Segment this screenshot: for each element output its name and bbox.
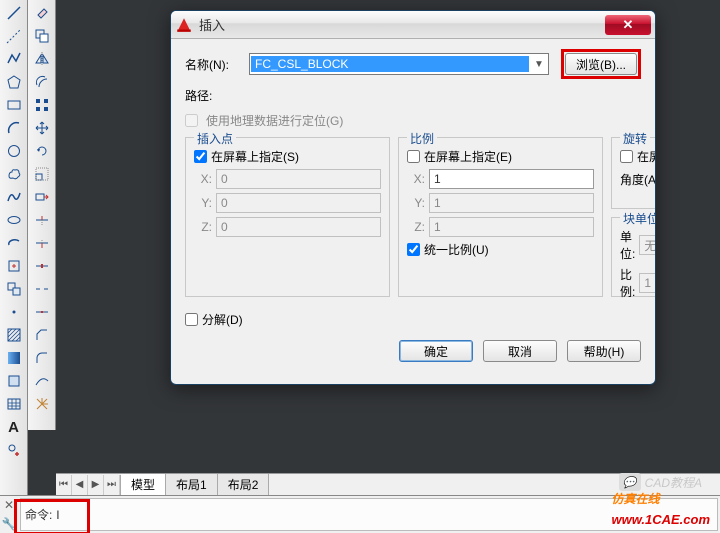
rotation-specify-checkbox[interactable]: 在屏幕上指定(C) — [620, 148, 656, 165]
dialog-title: 插入 — [199, 15, 605, 34]
gradient-icon[interactable] — [2, 347, 26, 369]
blend-icon[interactable] — [30, 370, 54, 392]
unit-title: 块单位 — [620, 210, 656, 227]
arc-icon[interactable] — [2, 117, 26, 139]
scale-z — [429, 217, 594, 237]
close-button[interactable]: ✕ — [605, 15, 651, 35]
name-label: 名称(N): — [185, 56, 243, 73]
make-block-icon[interactable] — [2, 278, 26, 300]
construction-line-icon[interactable] — [2, 25, 26, 47]
mtext-icon[interactable]: A — [2, 416, 26, 438]
fillet-icon[interactable] — [30, 347, 54, 369]
browse-button[interactable]: 浏览(B)... — [565, 53, 637, 75]
insert-block-icon[interactable] — [2, 255, 26, 277]
insert-y — [216, 193, 381, 213]
copy-icon[interactable] — [30, 25, 54, 47]
erase-icon[interactable] — [30, 2, 54, 24]
insertion-group: 插入点 在屏幕上指定(S) X: Y: Z: — [185, 137, 390, 297]
uniform-scale-checkbox[interactable]: 统一比例(U) — [407, 241, 594, 258]
add-selected-icon[interactable] — [2, 439, 26, 461]
insert-dialog: 插入 ✕ 名称(N): FC_CSL_BLOCK ▼ 浏览(B)... 路径: — [170, 10, 656, 385]
tab-last-icon[interactable]: ⏭ — [104, 475, 120, 495]
move-icon[interactable] — [30, 117, 54, 139]
name-dropdown[interactable]: FC_CSL_BLOCK ▼ — [249, 53, 549, 75]
region-icon[interactable] — [2, 370, 26, 392]
array-icon[interactable] — [30, 94, 54, 116]
rotation-title: 旋转 — [620, 130, 650, 147]
titlebar[interactable]: 插入 ✕ — [171, 11, 655, 39]
mirror-icon[interactable] — [30, 48, 54, 70]
help-button[interactable]: 帮助(H) — [567, 340, 641, 362]
tab-layout2[interactable]: 布局2 — [218, 474, 270, 495]
cmd-close-icon[interactable]: ✕ — [4, 498, 14, 512]
chamfer-icon[interactable] — [30, 324, 54, 346]
tab-model[interactable]: 模型 — [121, 474, 166, 495]
break-icon[interactable] — [30, 278, 54, 300]
app-icon — [175, 16, 193, 34]
tab-layout1[interactable]: 布局1 — [166, 474, 218, 495]
spline-icon[interactable] — [2, 186, 26, 208]
insert-x — [216, 169, 381, 189]
stretch-icon[interactable] — [30, 186, 54, 208]
scale-specify-checkbox[interactable]: 在屏幕上指定(E) — [407, 148, 594, 165]
trim-icon[interactable] — [30, 209, 54, 231]
cmd-wrench-icon[interactable]: 🔧 — [2, 517, 17, 531]
brand-sim: 仿真在线 www.1CAE.com — [612, 487, 710, 529]
point-icon[interactable] — [2, 301, 26, 323]
offset-icon[interactable] — [30, 71, 54, 93]
insertion-specify-checkbox[interactable]: 在屏幕上指定(S) — [194, 148, 381, 165]
insert-z — [216, 217, 381, 237]
rectangle-icon[interactable] — [2, 94, 26, 116]
scale-title: 比例 — [407, 130, 437, 147]
unit-value — [639, 235, 656, 255]
explode-icon[interactable] — [30, 393, 54, 415]
ellipse-arc-icon[interactable] — [2, 232, 26, 254]
table-icon[interactable] — [2, 393, 26, 415]
join-icon[interactable] — [30, 301, 54, 323]
path-label: 路径: — [185, 87, 212, 104]
tab-next-icon[interactable]: ▶ — [88, 475, 104, 495]
block-unit-group: 块单位 单位: 比例: — [611, 217, 656, 297]
scale-y — [429, 193, 594, 213]
break-at-point-icon[interactable] — [30, 255, 54, 277]
scale-x[interactable] — [429, 169, 594, 189]
revision-cloud-icon[interactable] — [2, 163, 26, 185]
insertion-title: 插入点 — [194, 130, 236, 147]
circle-icon[interactable] — [2, 140, 26, 162]
polyline-icon[interactable] — [2, 48, 26, 70]
geolocation-checkbox: 使用地理数据进行定位(G) — [185, 112, 343, 129]
explode-checkbox[interactable]: 分解(D) — [185, 311, 243, 328]
cancel-button[interactable]: 取消 — [483, 340, 557, 362]
rotation-group: 旋转 在屏幕上指定(C) 角度(A): — [611, 137, 656, 209]
tab-first-icon[interactable]: ⏮ — [56, 475, 72, 495]
dropdown-arrow-icon: ▼ — [530, 59, 548, 70]
scale-group: 比例 在屏幕上指定(E) X: Y: Z: 统一比例(U) — [398, 137, 603, 297]
unit-scale — [639, 273, 656, 293]
rotate-icon[interactable] — [30, 140, 54, 162]
hatch-icon[interactable] — [2, 324, 26, 346]
scale-icon[interactable] — [30, 163, 54, 185]
name-value: FC_CSL_BLOCK — [251, 56, 529, 72]
line-icon[interactable] — [2, 2, 26, 24]
extend-icon[interactable] — [30, 232, 54, 254]
tab-prev-icon[interactable]: ◀ — [72, 475, 88, 495]
polygon-icon[interactable] — [2, 71, 26, 93]
ok-button[interactable]: 确定 — [399, 340, 473, 362]
ellipse-icon[interactable] — [2, 209, 26, 231]
